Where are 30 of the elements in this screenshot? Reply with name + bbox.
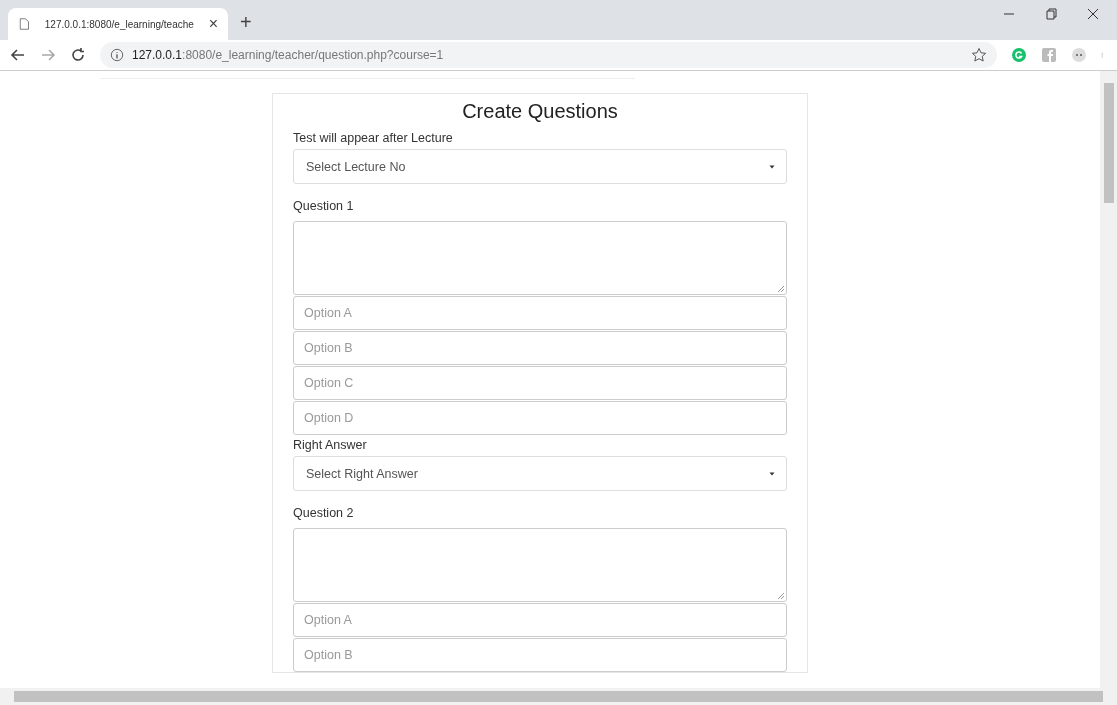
horizontal-scrollbar[interactable] [0,688,1117,705]
question-textarea[interactable] [293,221,787,295]
url-text: 127.0.0.1:8080/e_learning/teacher/question.php?course=1 [132,48,444,62]
reload-icon[interactable] [70,47,86,63]
forward-icon[interactable] [40,47,56,63]
lecture-select[interactable]: Select Lecture No [293,149,787,184]
field-label: Right Answer [293,438,368,452]
page-icon [18,17,30,31]
form-title: Create Questions [461,100,619,123]
extension-icon[interactable] [1041,47,1057,63]
restore-icon[interactable] [1043,6,1059,22]
address-bar[interactable]: 127.0.0.1:8080/e_learning/teacher/question.php?course=1 [100,42,997,68]
field-label: Test will appear after Lecture [293,131,454,145]
question-textarea[interactable] [293,528,787,602]
close-icon[interactable] [1085,6,1101,22]
browser-tab[interactable]: 127.0.0.1:8080/e_learning/teache × [8,8,228,40]
tab-close-button[interactable]: × [208,15,218,33]
new-tab-button[interactable]: + [240,11,252,34]
vertical-scrollbar[interactable] [1100,71,1117,688]
tab-title: 127.0.0.1:8080/e_learning/teache [44,18,194,30]
question-label: Question 1 [293,199,355,213]
star-icon[interactable] [971,47,987,63]
back-icon[interactable] [10,47,26,63]
resize-handle-icon[interactable] [777,592,784,599]
profile-icon[interactable] [1071,47,1087,63]
extension-icon[interactable] [1011,47,1027,63]
question-label: Question 2 [293,506,355,520]
info-icon [110,48,124,62]
resize-handle-icon[interactable] [777,285,784,292]
answer-select[interactable]: Select Right Answer [293,456,787,491]
